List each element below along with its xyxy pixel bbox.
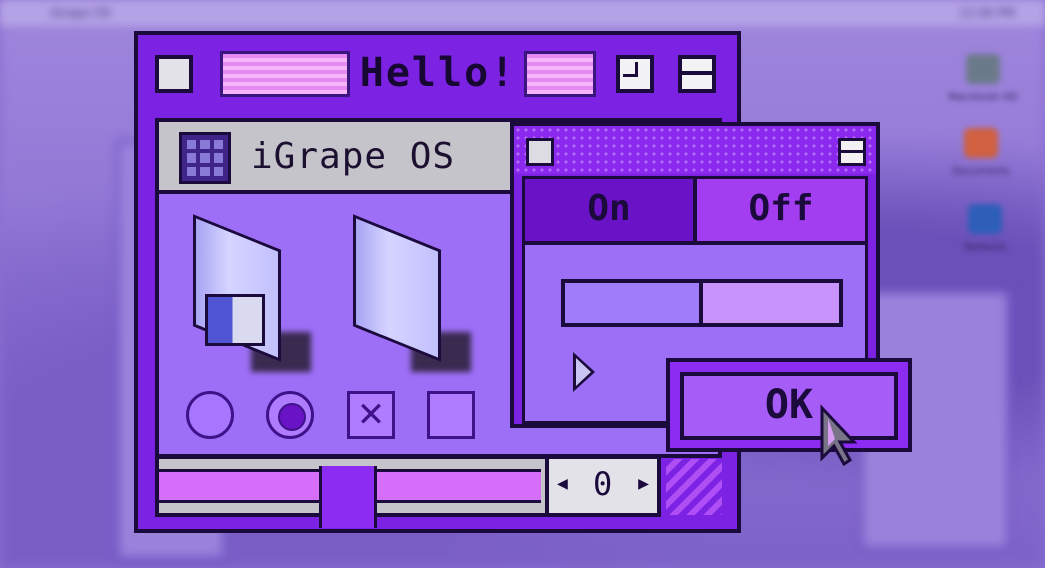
- document-icon: [964, 128, 998, 158]
- finder-folder-icon[interactable]: [191, 214, 311, 372]
- grid-icon: [179, 132, 231, 184]
- arrow-cursor-icon: [820, 404, 858, 466]
- desktop-icon-label: Network: [964, 242, 1006, 253]
- value-stepper[interactable]: ◀ 0 ▶: [545, 459, 657, 513]
- stepper-right-arrow-icon[interactable]: ▶: [638, 473, 649, 494]
- title-stripes-left: [220, 51, 350, 97]
- horizontal-scrollbar[interactable]: ◀ 0 ▶: [155, 455, 661, 528]
- slider-rest: [703, 283, 839, 323]
- stepper-left-arrow-icon[interactable]: ◀: [557, 473, 568, 494]
- desktop-icon-network[interactable]: Network: [950, 204, 1020, 253]
- app-name: iGrape OS: [251, 136, 456, 177]
- radio-unselected[interactable]: [186, 391, 234, 439]
- dialog-close-button[interactable]: [526, 138, 554, 166]
- play-icon[interactable]: [573, 352, 595, 392]
- window-title: Hello!: [359, 50, 517, 96]
- level-slider[interactable]: [561, 279, 843, 327]
- network-icon: [968, 204, 1002, 234]
- folder-body: [353, 214, 441, 362]
- title-stripes-right: [524, 51, 596, 97]
- off-toggle-button[interactable]: Off: [697, 179, 865, 245]
- dialog-titlebar[interactable]: [514, 126, 876, 174]
- scroll-track[interactable]: [159, 466, 541, 528]
- desktop-icon-label: Documents: [952, 166, 1010, 177]
- dialog-collapse-button[interactable]: [838, 138, 866, 166]
- menubar-clock: 12:00 PM: [959, 6, 1015, 20]
- radio-selected[interactable]: [266, 391, 314, 439]
- desktop-icon-documents[interactable]: Documents: [946, 128, 1016, 177]
- menubar-title: iGrape OS: [50, 6, 111, 20]
- slider-fill: [565, 283, 703, 323]
- ok-button[interactable]: OK: [680, 372, 898, 440]
- on-toggle-button[interactable]: On: [525, 179, 697, 245]
- menu-bar: iGrape OS 12:00 PM: [0, 0, 1045, 26]
- desktop-icon-label: Macintosh HD: [948, 92, 1018, 103]
- zoom-button[interactable]: [616, 55, 654, 93]
- stepper-value: 0: [593, 465, 613, 503]
- folder-icon[interactable]: [351, 214, 471, 372]
- scroll-thumb[interactable]: [319, 466, 377, 528]
- hard-drive-icon: [966, 54, 1000, 84]
- close-button[interactable]: [155, 55, 193, 93]
- checkbox-unchecked[interactable]: [427, 391, 475, 439]
- collapse-button[interactable]: [678, 55, 716, 93]
- checkbox-checked[interactable]: [347, 391, 395, 439]
- finder-face-icon: [205, 294, 265, 346]
- ok-button-frame: OK: [666, 358, 912, 452]
- resize-grip-icon[interactable]: [666, 459, 722, 515]
- desktop-icon-hard-drive[interactable]: Macintosh HD: [948, 54, 1018, 103]
